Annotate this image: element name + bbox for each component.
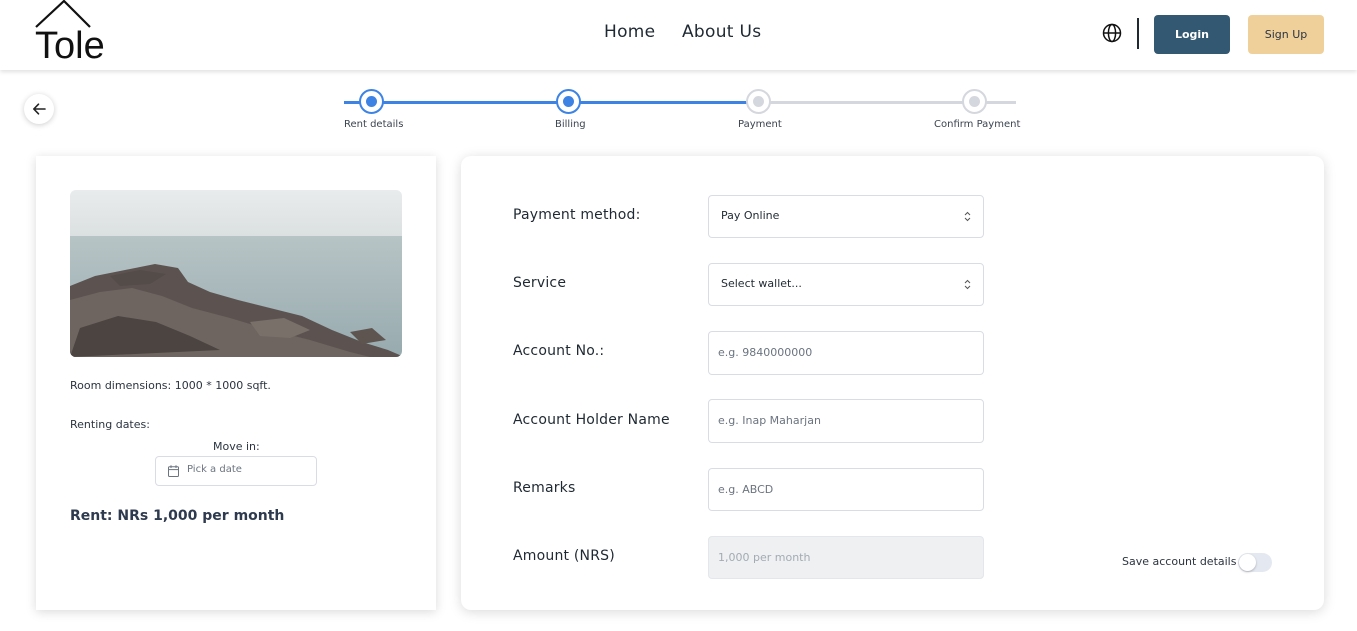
step-confirm-payment-dot[interactable]	[962, 89, 987, 114]
payment-method-label: Payment method:	[513, 207, 641, 223]
move-in-date-picker[interactable]: Pick a date	[155, 456, 317, 486]
room-photo	[70, 190, 402, 357]
service-select[interactable]: Select wallet...	[708, 263, 984, 306]
holder-name-input[interactable]: e.g. Inap Maharjan	[708, 399, 984, 443]
room-dimensions-text: Room dimensions: 1000 * 1000 sqft.	[70, 379, 271, 392]
date-placeholder: Pick a date	[187, 464, 242, 475]
account-no-label: Account No.:	[513, 343, 605, 359]
amount-value: 1,000 per month	[718, 551, 811, 564]
rent-price: Rent: NRs 1,000 per month	[70, 508, 285, 524]
globe-icon[interactable]	[1102, 23, 1124, 45]
payment-method-select[interactable]: Pay Online	[708, 195, 984, 238]
back-button[interactable]	[24, 94, 54, 124]
service-value: Select wallet...	[721, 277, 802, 290]
remarks-label: Remarks	[513, 480, 576, 496]
account-no-placeholder: e.g. 9840000000	[718, 346, 813, 359]
login-button[interactable]: Login	[1154, 15, 1230, 54]
holder-name-placeholder: e.g. Inap Maharjan	[718, 414, 821, 427]
stepper-progress-complete	[344, 101, 759, 104]
amount-input: 1,000 per month	[708, 536, 984, 579]
service-label: Service	[513, 275, 567, 291]
step-rent-details-dot[interactable]	[359, 89, 384, 114]
payment-form-card: Payment method: Pay Online Service Selec…	[461, 156, 1324, 610]
top-navbar: Tole Home About Us Login Sign Up	[0, 0, 1357, 70]
step-billing-dot[interactable]	[556, 89, 581, 114]
remarks-input[interactable]: e.g. ABCD	[708, 468, 984, 511]
listing-summary-card: Room dimensions: 1000 * 1000 sqft. Renti…	[36, 156, 436, 610]
step-label-confirm-payment: Confirm Payment	[934, 119, 1021, 130]
save-account-details-toggle[interactable]	[1238, 553, 1272, 572]
remarks-placeholder: e.g. ABCD	[718, 483, 774, 496]
calendar-icon	[168, 465, 179, 477]
tole-logo[interactable]: Tole	[33, 0, 113, 67]
step-label-billing: Billing	[555, 119, 586, 130]
step-payment-dot[interactable]	[746, 89, 771, 114]
nav-about-link[interactable]: About Us	[682, 22, 761, 42]
nav-divider	[1137, 18, 1139, 49]
move-in-label: Move in:	[213, 440, 260, 453]
payment-method-value: Pay Online	[721, 209, 780, 222]
step-label-rent-details: Rent details	[344, 119, 404, 130]
renting-dates-label: Renting dates:	[70, 418, 150, 431]
chevron-up-down-icon	[964, 279, 971, 290]
arrow-left-icon	[33, 103, 46, 115]
step-label-payment: Payment	[738, 119, 782, 130]
svg-text:Tole: Tole	[35, 25, 105, 62]
account-no-input[interactable]: e.g. 9840000000	[708, 331, 984, 375]
nav-home-link[interactable]: Home	[604, 22, 655, 42]
signup-button[interactable]: Sign Up	[1248, 15, 1324, 54]
holder-name-label: Account Holder Name	[513, 412, 670, 428]
amount-label: Amount (NRS)	[513, 548, 615, 564]
chevron-up-down-icon	[964, 211, 971, 222]
save-account-details-label: Save account details	[1122, 555, 1237, 568]
toggle-knob	[1239, 554, 1256, 571]
